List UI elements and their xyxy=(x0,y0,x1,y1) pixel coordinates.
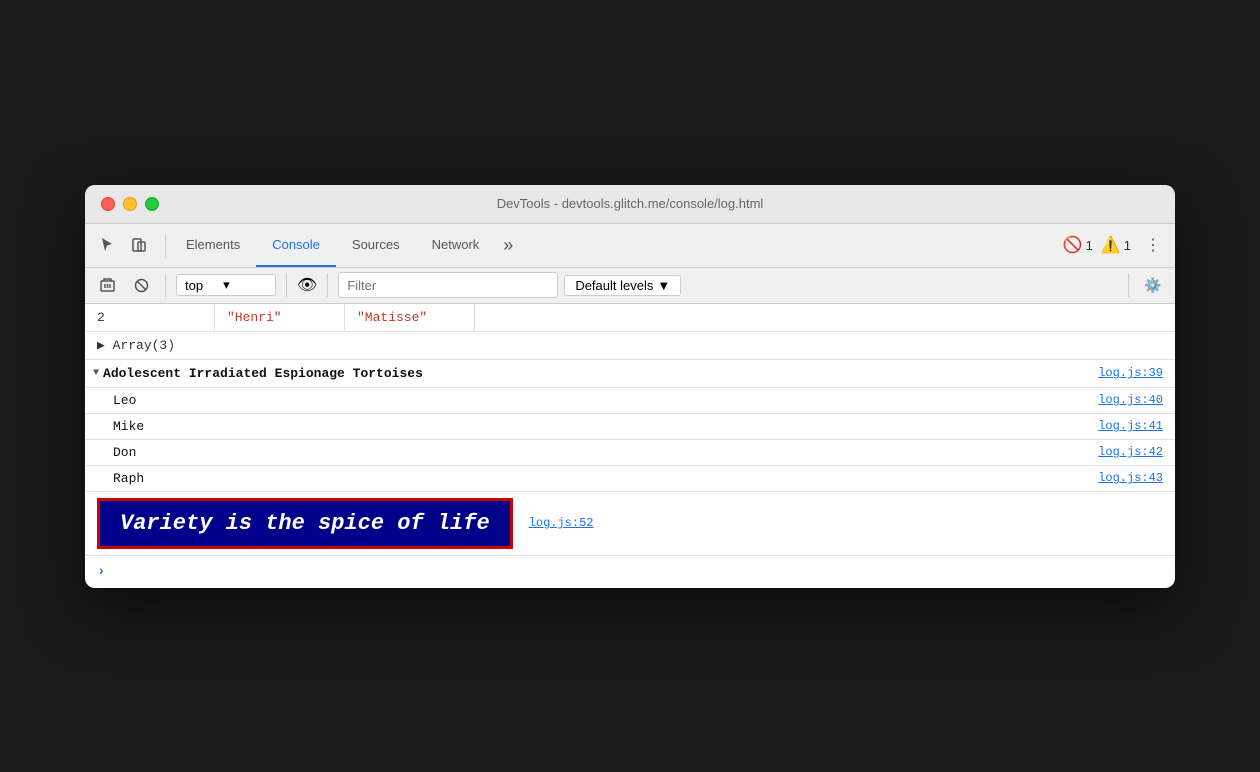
context-value: top xyxy=(185,278,203,293)
log-item-text-0: Leo xyxy=(113,393,1098,408)
traffic-lights xyxy=(101,197,159,211)
styled-log-row: Variety is the spice of life log.js:52 xyxy=(85,492,1175,556)
table-cell-col2: "Matisse" xyxy=(345,304,475,331)
close-button[interactable] xyxy=(101,197,115,211)
window-title: DevTools - devtools.glitch.me/console/lo… xyxy=(497,196,764,211)
device-icon[interactable] xyxy=(125,231,153,259)
log-item-0: Leo log.js:40 xyxy=(85,388,1175,414)
levels-dropdown[interactable]: Default levels ▼ xyxy=(564,275,681,296)
group-log-link[interactable]: log.js:39 xyxy=(1098,366,1163,380)
more-tabs-button[interactable]: » xyxy=(495,235,521,256)
filter-input[interactable] xyxy=(338,272,558,298)
console-toolbar: top ▾ 👁 Default levels ▼ ⚙️ xyxy=(85,268,1175,304)
levels-arrow: ▼ xyxy=(657,278,670,293)
error-badge: 🚫 1 xyxy=(1063,235,1093,255)
group-header[interactable]: ▼ Adolescent Irradiated Espionage Tortoi… xyxy=(85,360,1175,388)
settings-gear-button[interactable]: ⚙️ xyxy=(1139,271,1167,299)
toolbar-right: 🚫 1 ⚠️ 1 ⋮ xyxy=(1063,231,1167,259)
log-item-text-1: Mike xyxy=(113,419,1098,434)
log-item-3: Raph log.js:43 xyxy=(85,466,1175,492)
styled-log-text: Variety is the spice of life xyxy=(97,498,513,549)
levels-label: Default levels xyxy=(575,278,653,293)
tab-console[interactable]: Console xyxy=(256,223,336,267)
minimize-button[interactable] xyxy=(123,197,137,211)
devtools-window: DevTools - devtools.glitch.me/console/lo… xyxy=(85,185,1175,588)
array-label: ▶ Array(3) xyxy=(97,338,175,353)
block-icon[interactable] xyxy=(127,271,155,299)
log-item-1: Mike log.js:41 xyxy=(85,414,1175,440)
console-toolbar-divider2 xyxy=(286,273,287,297)
styled-log-link[interactable]: log.js:52 xyxy=(529,516,594,530)
table-row: 2 "Henri" "Matisse" xyxy=(85,304,1175,332)
devtools-toolbar: Elements Console Sources Network » 🚫 1 ⚠… xyxy=(85,224,1175,268)
console-toolbar-divider xyxy=(165,273,166,297)
more-options-button[interactable]: ⋮ xyxy=(1139,231,1167,259)
toolbar-icons xyxy=(93,231,153,259)
console-settings-divider xyxy=(1128,273,1129,297)
log-item-text-3: Raph xyxy=(113,471,1098,486)
prompt-chevron-icon: › xyxy=(97,564,105,580)
group-label: Adolescent Irradiated Espionage Tortoise… xyxy=(103,366,423,381)
log-item-2: Don log.js:42 xyxy=(85,440,1175,466)
array-row[interactable]: ▶ Array(3) xyxy=(85,332,1175,360)
log-item-link-3[interactable]: log.js:43 xyxy=(1098,471,1163,485)
log-item-link-0[interactable]: log.js:40 xyxy=(1098,393,1163,407)
tabs-container: Elements Console Sources Network » xyxy=(170,224,521,267)
eye-icon[interactable]: 👁 xyxy=(297,275,317,295)
console-content: 2 "Henri" "Matisse" ▶ Array(3) ▼ Adolesc… xyxy=(85,304,1175,588)
context-arrow: ▾ xyxy=(223,277,230,293)
tab-network[interactable]: Network xyxy=(416,223,496,267)
table-cell-index: 2 xyxy=(85,304,215,331)
tab-sources[interactable]: Sources xyxy=(336,223,416,267)
maximize-button[interactable] xyxy=(145,197,159,211)
warn-icon: ⚠️ xyxy=(1101,235,1121,255)
clear-console-button[interactable] xyxy=(93,271,121,299)
context-selector[interactable]: top ▾ xyxy=(176,274,276,296)
console-toolbar-divider3 xyxy=(327,273,328,297)
table-cell-col1: "Henri" xyxy=(215,304,345,331)
log-item-text-2: Don xyxy=(113,445,1098,460)
warn-badge: ⚠️ 1 xyxy=(1101,235,1131,255)
error-count: 1 xyxy=(1086,238,1093,253)
group-triangle-icon: ▼ xyxy=(93,368,99,379)
cursor-icon[interactable] xyxy=(93,231,121,259)
table-cell-empty xyxy=(475,304,1175,331)
toolbar-divider xyxy=(165,233,166,257)
title-bar: DevTools - devtools.glitch.me/console/lo… xyxy=(85,185,1175,224)
tab-elements[interactable]: Elements xyxy=(170,223,256,267)
warn-count: 1 xyxy=(1124,238,1131,253)
log-item-link-1[interactable]: log.js:41 xyxy=(1098,419,1163,433)
console-prompt[interactable]: › xyxy=(85,556,1175,588)
log-item-link-2[interactable]: log.js:42 xyxy=(1098,445,1163,459)
error-icon: 🚫 xyxy=(1063,235,1083,255)
